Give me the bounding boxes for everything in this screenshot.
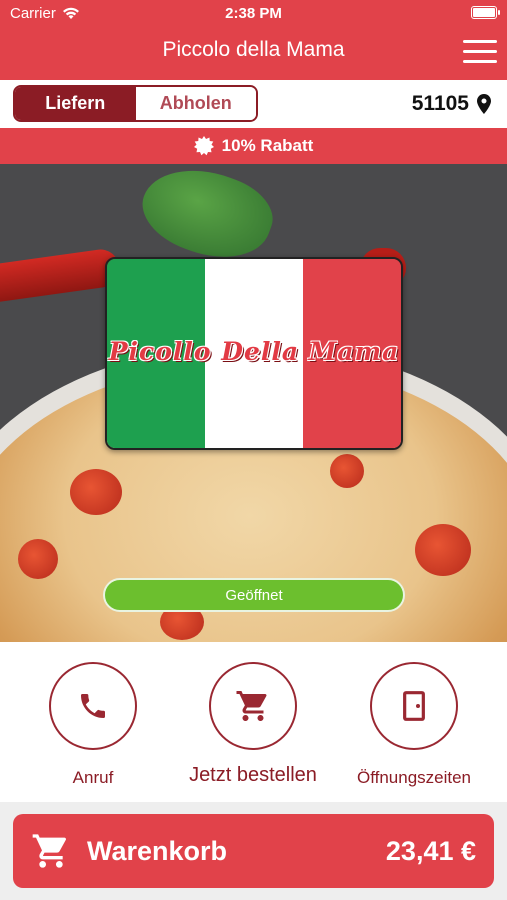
chili-pepper: [0, 247, 122, 307]
call-label: Anruf: [72, 768, 114, 787]
hamburger-menu-icon[interactable]: [463, 40, 497, 64]
logo-text: Picollo Della Mama: [108, 337, 400, 366]
clock: 2:38 PM: [225, 5, 282, 22]
discount-badge-icon: [193, 136, 214, 156]
zip-code: 51105: [411, 92, 469, 115]
location-pin-icon: [477, 94, 491, 114]
open-status-badge: Geöffnet: [103, 578, 405, 612]
cart-total: 23,41 €: [385, 835, 476, 866]
zip-location-button[interactable]: 51105: [412, 92, 491, 116]
door-icon: [403, 691, 425, 721]
delivery-mode-toggle: Liefern Abholen: [13, 85, 258, 122]
pepperoni: [18, 539, 58, 579]
action-row: Anruf Jetzt bestellen Öffnungszeiten: [0, 642, 507, 802]
pepperoni: [415, 524, 471, 576]
tab-abholen[interactable]: Abholen: [135, 87, 256, 120]
restaurant-logo: Picollo Della Mama: [105, 257, 403, 450]
page-title: Piccolo della Mama: [162, 38, 345, 61]
tab-liefern[interactable]: Liefern: [15, 87, 136, 120]
order-now-label: Jetzt bestellen: [189, 764, 317, 786]
status-bar: Carrier 2:38 PM: [0, 0, 507, 28]
battery-icon: [471, 6, 500, 19]
order-now-button[interactable]: Jetzt bestellen: [178, 662, 328, 787]
pepperoni: [70, 469, 122, 515]
cart-icon: [32, 834, 66, 868]
discount-banner: 10% Rabatt: [0, 128, 507, 164]
opening-hours-label: Öffnungszeiten: [356, 768, 472, 787]
app-header: Carrier 2:38 PM Piccolo della Mama: [0, 0, 507, 80]
discount-label: 10% Rabatt: [221, 136, 314, 155]
cart-icon: [236, 691, 267, 721]
hero-image: Picollo Della Mama Geöffnet: [0, 164, 507, 642]
cart-button[interactable]: Warenkorb 23,41 €: [13, 814, 494, 888]
opening-hours-button[interactable]: Öffnungszeiten: [339, 662, 489, 788]
cart-label: Warenkorb: [87, 835, 228, 866]
phone-icon: [81, 694, 105, 718]
delivery-mode-bar: Liefern Abholen 51105: [0, 80, 507, 128]
pepperoni: [330, 454, 364, 488]
call-button[interactable]: Anruf: [18, 662, 168, 788]
